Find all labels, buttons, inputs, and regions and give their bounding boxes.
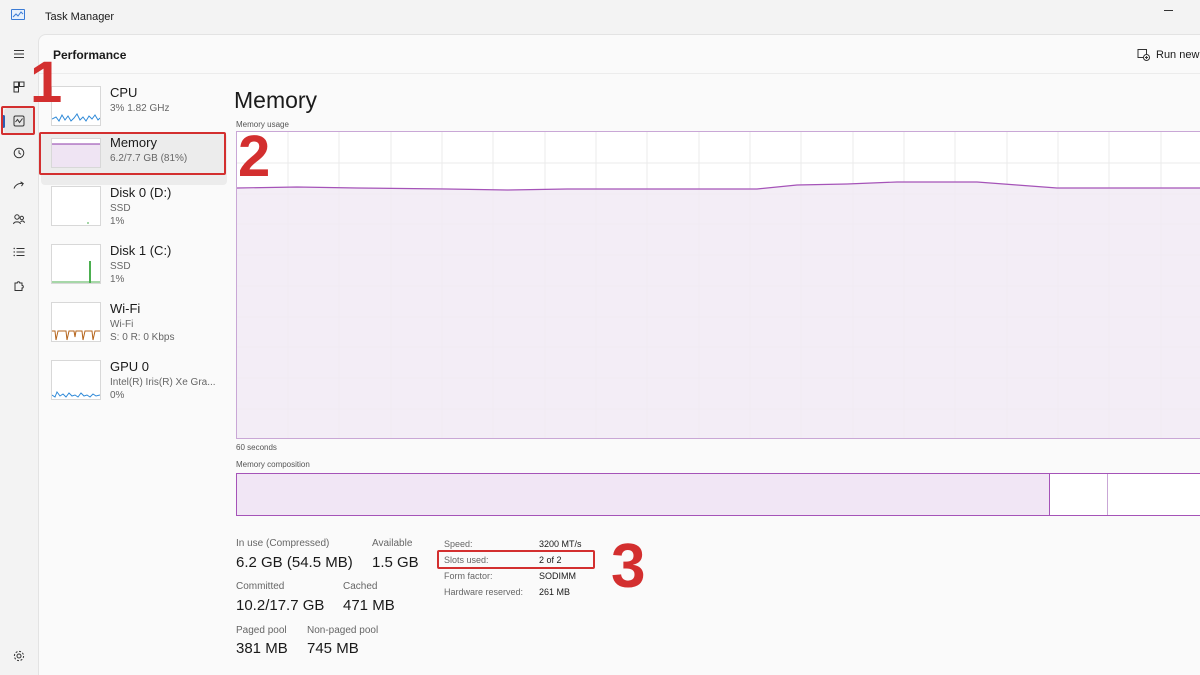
time-span-label: 60 seconds (236, 443, 277, 452)
settings-gear-icon[interactable] (4, 643, 34, 669)
run-task-label: Run new t (1156, 48, 1200, 61)
resource-disk-0[interactable]: Disk 0 (D:) SSD 1% (41, 183, 227, 235)
form-factor-label: Form factor: (444, 571, 493, 581)
details-list-icon[interactable] (4, 239, 34, 265)
in-use-label: In use (Compressed) (236, 538, 330, 549)
annotation-box-2 (39, 132, 226, 175)
resource-usage: S: 0 R: 0 Kbps (110, 332, 175, 343)
window-title: Task Manager (45, 11, 115, 23)
gpu-thumbnail-graph (51, 360, 101, 400)
header-divider (39, 73, 1200, 74)
resource-gpu-0[interactable]: GPU 0 Intel(R) Iris(R) Xe Gra... 0% (41, 357, 227, 409)
resource-detail: SSD (110, 203, 131, 214)
hardware-reserved-label: Hardware reserved: (444, 587, 524, 597)
page-title: Performance (53, 48, 127, 62)
users-icon[interactable] (4, 206, 34, 232)
annotation-box-3 (437, 550, 595, 569)
minimize-button[interactable] (1163, 6, 1175, 16)
annotation-number-3: 3 (611, 532, 646, 601)
wifi-thumbnail-graph (51, 302, 101, 342)
resource-cpu[interactable]: CPU 3% 1.82 GHz (41, 83, 227, 135)
memory-usage-graph (236, 131, 1200, 439)
app-history-icon[interactable] (4, 140, 34, 166)
committed-label: Committed (236, 581, 285, 592)
paged-pool-label: Paged pool (236, 625, 287, 636)
speed-label: Speed: (444, 539, 473, 549)
run-task-icon (1137, 49, 1150, 61)
resource-usage: 0% (110, 390, 125, 401)
startup-apps-icon[interactable] (4, 173, 34, 199)
disk1-thumbnail-graph (51, 244, 101, 284)
task-manager-app-icon (11, 9, 25, 20)
annotation-number-2: 2 (238, 124, 271, 189)
composition-in-use-segment (237, 474, 1050, 515)
in-use-value: 6.2 GB (54.5 MB) (236, 554, 353, 571)
resource-name: CPU (110, 85, 138, 100)
memory-composition-bar (236, 473, 1200, 516)
detail-title: Memory (234, 87, 318, 113)
services-puzzle-icon[interactable] (4, 273, 34, 299)
resource-disk-1[interactable]: Disk 1 (C:) SSD 1% (41, 241, 227, 293)
composition-modified-segment (1050, 474, 1108, 515)
speed-value: 3200 MT/s (539, 539, 582, 549)
annotation-number-1: 1 (30, 50, 63, 115)
memory-composition-label: Memory composition (236, 460, 310, 469)
resource-name: Disk 1 (C:) (110, 243, 172, 258)
resource-detail: Wi-Fi (110, 319, 134, 330)
resource-wifi[interactable]: Wi-Fi Wi-Fi S: 0 R: 0 Kbps (41, 299, 227, 351)
resource-name: GPU 0 (110, 359, 150, 374)
resource-name: Disk 0 (D:) (110, 185, 172, 200)
cached-label: Cached (343, 581, 378, 592)
run-new-task-button[interactable]: Run new t (1137, 48, 1200, 61)
form-factor-value: SODIMM (539, 571, 576, 581)
hardware-reserved-value: 261 MB (539, 587, 571, 597)
available-value: 1.5 GB (372, 554, 419, 571)
resource-usage: 1% (110, 274, 125, 285)
resource-detail: SSD (110, 261, 131, 272)
resource-detail: 3% 1.82 GHz (110, 103, 170, 114)
non-paged-pool-value: 745 MB (307, 640, 359, 657)
resource-name: Wi-Fi (110, 301, 141, 316)
title-bar: Task Manager (0, 0, 1200, 34)
resource-usage: 1% (110, 216, 125, 227)
committed-value: 10.2/17.7 GB (236, 597, 325, 614)
available-label: Available (372, 538, 413, 549)
paged-pool-value: 381 MB (236, 640, 288, 657)
memory-usage-chart (236, 132, 1200, 438)
resource-detail: Intel(R) Iris(R) Xe Gra... (110, 377, 216, 388)
non-paged-pool-label: Non-paged pool (307, 625, 379, 636)
disk0-thumbnail-graph (51, 186, 101, 226)
cached-value: 471 MB (343, 597, 395, 614)
